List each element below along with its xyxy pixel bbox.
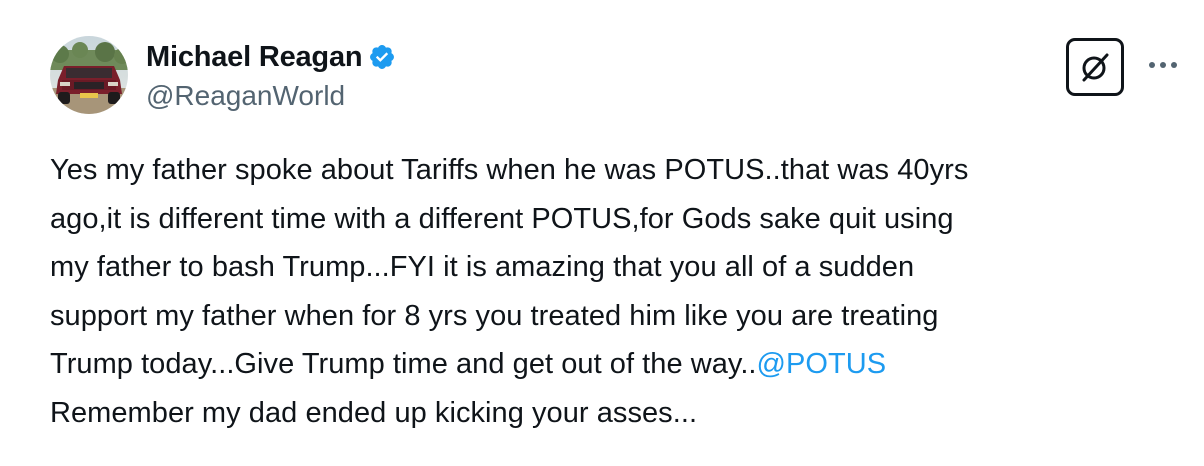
tweet-text-line: Trump today...Give Trump time and get ou… (50, 348, 887, 380)
mention-link-potus[interactable]: @POTUS (757, 348, 887, 380)
author-name-row: Michael Reagan (146, 40, 396, 74)
avatar-image (50, 36, 128, 114)
avatar[interactable] (50, 36, 128, 114)
tweet-text-line: ago,it is different time with a differen… (50, 202, 954, 235)
tweet-card: Michael Reagan @ReaganWorld Yes my fathe… (0, 0, 1204, 466)
grok-icon (1082, 53, 1109, 82)
tweet-text-line: Yes my father spoke about Tariffs when h… (50, 154, 969, 186)
more-options-button[interactable] (1144, 50, 1182, 80)
tweet-text-line: Remember my dad ended up kicking your as… (50, 396, 698, 429)
tweet-text: Yes my father spoke about Tariffs when h… (50, 146, 1180, 437)
author-handle[interactable]: @ReaganWorld (146, 80, 345, 112)
tweet-text-line: support my father when for 8 yrs you tre… (50, 299, 939, 332)
verified-badge-icon[interactable] (368, 43, 396, 71)
tweet-text-line: my father to bash Trump...FYI it is amaz… (50, 251, 915, 283)
author-display-name[interactable]: Michael Reagan (146, 41, 363, 74)
more-options-icon (1149, 62, 1177, 68)
grok-button[interactable] (1066, 38, 1124, 96)
